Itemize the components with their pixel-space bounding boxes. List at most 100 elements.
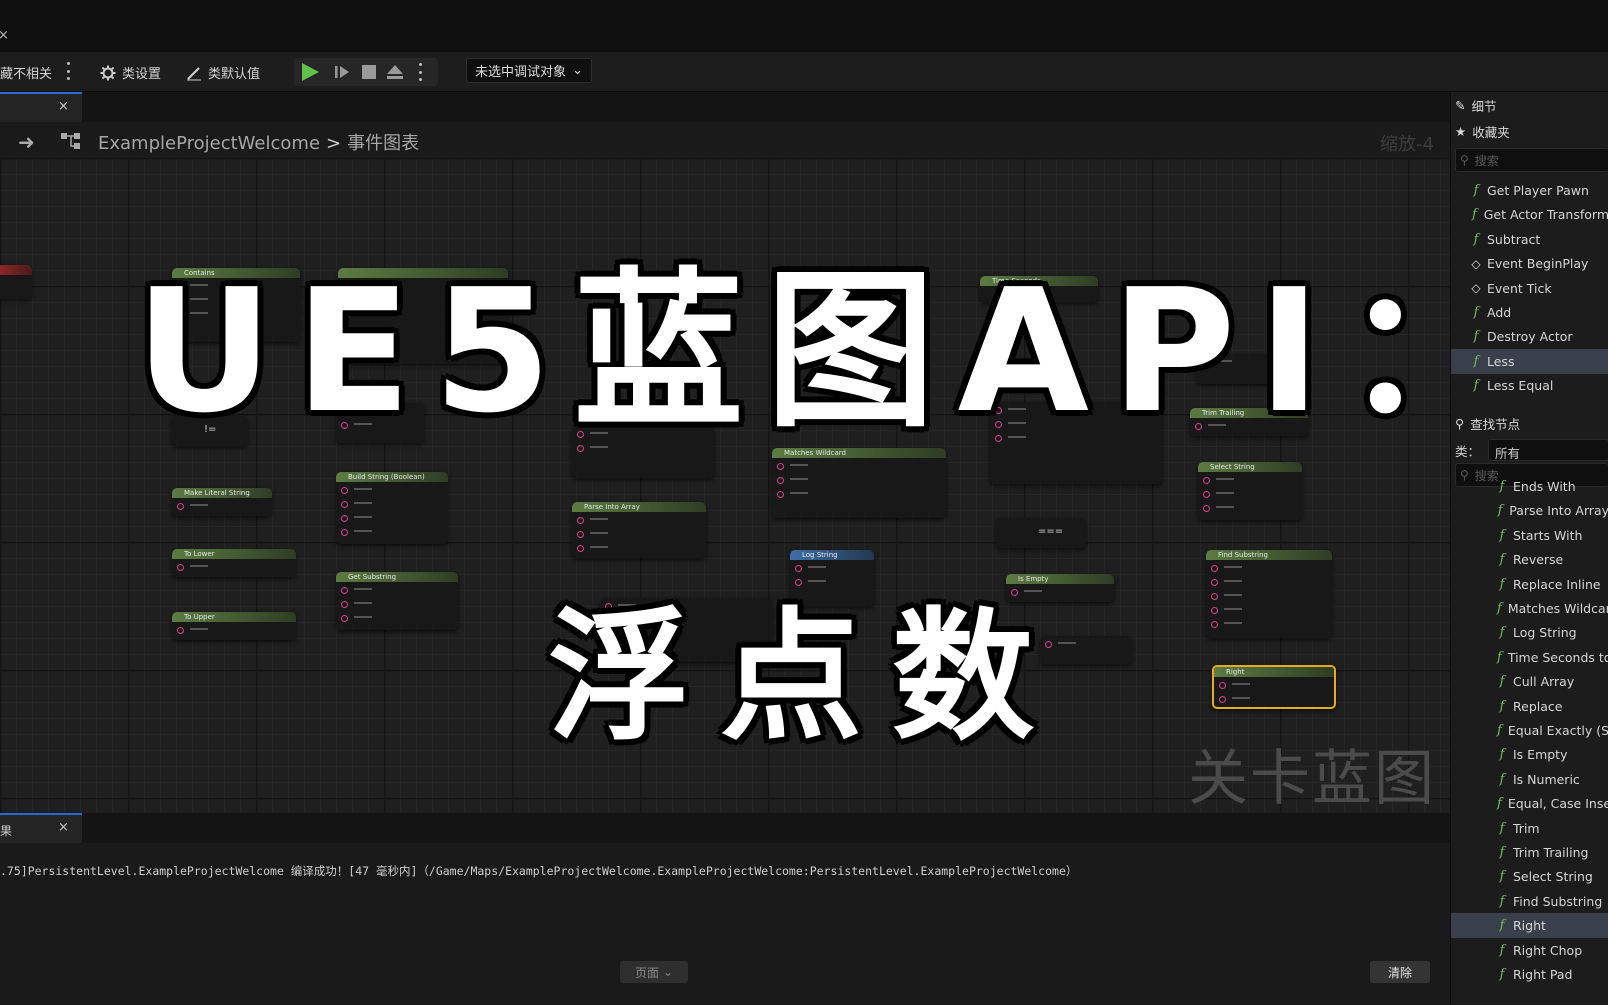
palette-item[interactable]: f Ends With <box>1451 474 1608 499</box>
node-pin[interactable] <box>772 475 946 486</box>
breadcrumb-graph[interactable]: 事件图表 <box>347 133 419 154</box>
close-icon[interactable]: × <box>58 820 69 835</box>
hide-unrelated-button[interactable]: 藏不相关 <box>0 63 52 82</box>
palette-item[interactable]: f Is Empty <box>1451 742 1608 767</box>
node-pin[interactable] <box>772 461 946 472</box>
graph-node[interactable]: === <box>996 518 1086 548</box>
node-pin[interactable] <box>336 527 448 538</box>
node-pin[interactable] <box>336 599 458 610</box>
palette-item[interactable]: f Reverse <box>1451 547 1608 572</box>
palette-item-selected[interactable]: f Right <box>1451 913 1608 939</box>
function-icon: f <box>1473 378 1479 394</box>
palette-item[interactable]: f Subtract <box>1451 227 1608 252</box>
graph-node[interactable]: To Lower <box>172 549 296 577</box>
play-options-icon[interactable] <box>418 63 422 81</box>
palette-item[interactable]: f Matches Wildcard <box>1451 596 1608 621</box>
play-icon[interactable] <box>302 63 319 81</box>
node-pin[interactable] <box>1206 619 1332 630</box>
palette-item[interactable]: f Less Equal <box>1451 373 1608 398</box>
graph-node[interactable]: Parse Into Array <box>572 502 706 558</box>
node-pin[interactable] <box>572 515 706 526</box>
palette-item[interactable]: f Parse Into Array <box>1451 498 1608 523</box>
palette-item[interactable]: f Cull Array <box>1451 669 1608 694</box>
palette-item[interactable]: f Get Player Pawn <box>1451 178 1608 203</box>
node-pin[interactable] <box>172 501 272 512</box>
node-pin[interactable] <box>336 613 458 624</box>
node-pin[interactable] <box>336 499 448 510</box>
graph-node[interactable]: Get Substring <box>336 572 458 630</box>
close-tab-icon[interactable]: × <box>0 28 9 43</box>
palette-item[interactable]: f Find Substring <box>1451 889 1608 914</box>
palette-item[interactable]: f Trim <box>1451 816 1608 841</box>
palette-item[interactable]: f Select String <box>1451 864 1608 889</box>
clear-button[interactable]: 清除 <box>1370 961 1430 983</box>
eject-icon[interactable] <box>386 63 404 81</box>
palette-item[interactable]: f Starts With <box>1451 523 1608 548</box>
palette-item[interactable]: f Equal, Case Inse <box>1451 791 1608 816</box>
node-pin[interactable] <box>772 489 946 500</box>
node-pin[interactable] <box>1214 680 1334 691</box>
palette-item[interactable]: f Equal Exactly (S <box>1451 718 1608 743</box>
node-pin[interactable] <box>172 562 296 573</box>
node-pin[interactable] <box>1198 489 1302 500</box>
node-pin[interactable] <box>1198 475 1302 486</box>
palette-item[interactable]: f Trim Trailing <box>1451 840 1608 865</box>
tab-event-graph[interactable]: × <box>0 92 82 122</box>
node-pin[interactable] <box>1206 563 1332 574</box>
play-controls <box>294 58 438 86</box>
category-select[interactable]: 所有 <box>1488 439 1608 461</box>
favorites-header[interactable]: ★ 收藏夹 <box>1451 118 1608 144</box>
debug-target-select[interactable]: 未选中调试对象 ⌄ <box>466 58 592 83</box>
chevron-down-icon: ⌄ <box>572 63 583 78</box>
page-dropdown[interactable]: 页面 ⌄ <box>620 961 688 983</box>
palette-item-selected[interactable]: f Less <box>1451 348 1608 374</box>
close-icon[interactable]: × <box>58 99 69 114</box>
palette-item[interactable]: ◇ Event BeginPlay <box>1451 251 1608 276</box>
graph-node[interactable]: Select String <box>1198 462 1302 520</box>
graph-node[interactable] <box>0 265 32 299</box>
node-pin[interactable] <box>336 485 448 496</box>
palette-item[interactable]: f Replace <box>1451 694 1608 719</box>
graph-node[interactable]: Make Literal String <box>172 488 272 516</box>
graph-node[interactable]: Matches Wildcard <box>772 448 946 518</box>
node-pin[interactable] <box>1206 605 1332 616</box>
node-pin[interactable] <box>1214 694 1334 705</box>
class-defaults-button[interactable]: 类默认值 <box>186 63 260 82</box>
favorites-search[interactable]: ⚲ 搜索 <box>1455 148 1608 172</box>
palette-item[interactable]: f Right Pad <box>1451 962 1608 987</box>
node-pin[interactable] <box>572 543 706 554</box>
details-tab[interactable]: ✎ 细节 <box>1451 92 1608 118</box>
palette-item[interactable]: f Right Chop <box>1451 938 1608 963</box>
node-pin[interactable] <box>1198 503 1302 514</box>
node-pin[interactable] <box>790 563 874 574</box>
palette-item[interactable]: ◇ Event Tick <box>1451 276 1608 301</box>
node-pin[interactable] <box>1206 591 1332 602</box>
stop-icon[interactable] <box>362 65 376 79</box>
palette-item[interactable]: f Destroy Actor <box>1451 324 1608 349</box>
node-pin[interactable] <box>172 625 296 636</box>
palette-item[interactable]: f Get Actor Transform <box>1451 202 1608 227</box>
graph-node-selected[interactable]: Right <box>1212 665 1336 709</box>
node-pin[interactable] <box>336 513 448 524</box>
more-options-icon[interactable] <box>66 62 70 80</box>
palette-item[interactable]: f Add <box>1451 300 1608 325</box>
overlay-subtitle: 浮点数 <box>548 595 1064 760</box>
find-nodes-header[interactable]: ⚲ 查找节点 <box>1451 410 1608 436</box>
palette-item[interactable]: f Log String <box>1451 620 1608 645</box>
palette-item[interactable]: f Time Seconds to <box>1451 645 1608 670</box>
graph-node[interactable]: Find Substring <box>1206 550 1332 638</box>
forward-arrow-icon[interactable]: ➜ <box>18 130 35 154</box>
graph-node[interactable]: Build String (Boolean) <box>336 472 448 544</box>
node-pin[interactable] <box>790 577 874 588</box>
tab-compiler-results[interactable]: 果 × <box>0 813 82 843</box>
step-icon[interactable] <box>334 64 350 80</box>
graph-node[interactable]: To Upper <box>172 612 296 640</box>
class-settings-button[interactable]: 类设置 <box>100 63 161 82</box>
node-pin[interactable] <box>572 529 706 540</box>
palette-item[interactable]: f Is Numeric <box>1451 767 1608 792</box>
hide-unrelated-label: 藏不相关 <box>0 67 53 82</box>
node-pin[interactable] <box>1206 577 1332 588</box>
node-pin[interactable] <box>336 585 458 596</box>
palette-item[interactable]: f Replace Inline <box>1451 572 1608 597</box>
breadcrumb-project[interactable]: ExampleProjectWelcome <box>98 133 320 154</box>
